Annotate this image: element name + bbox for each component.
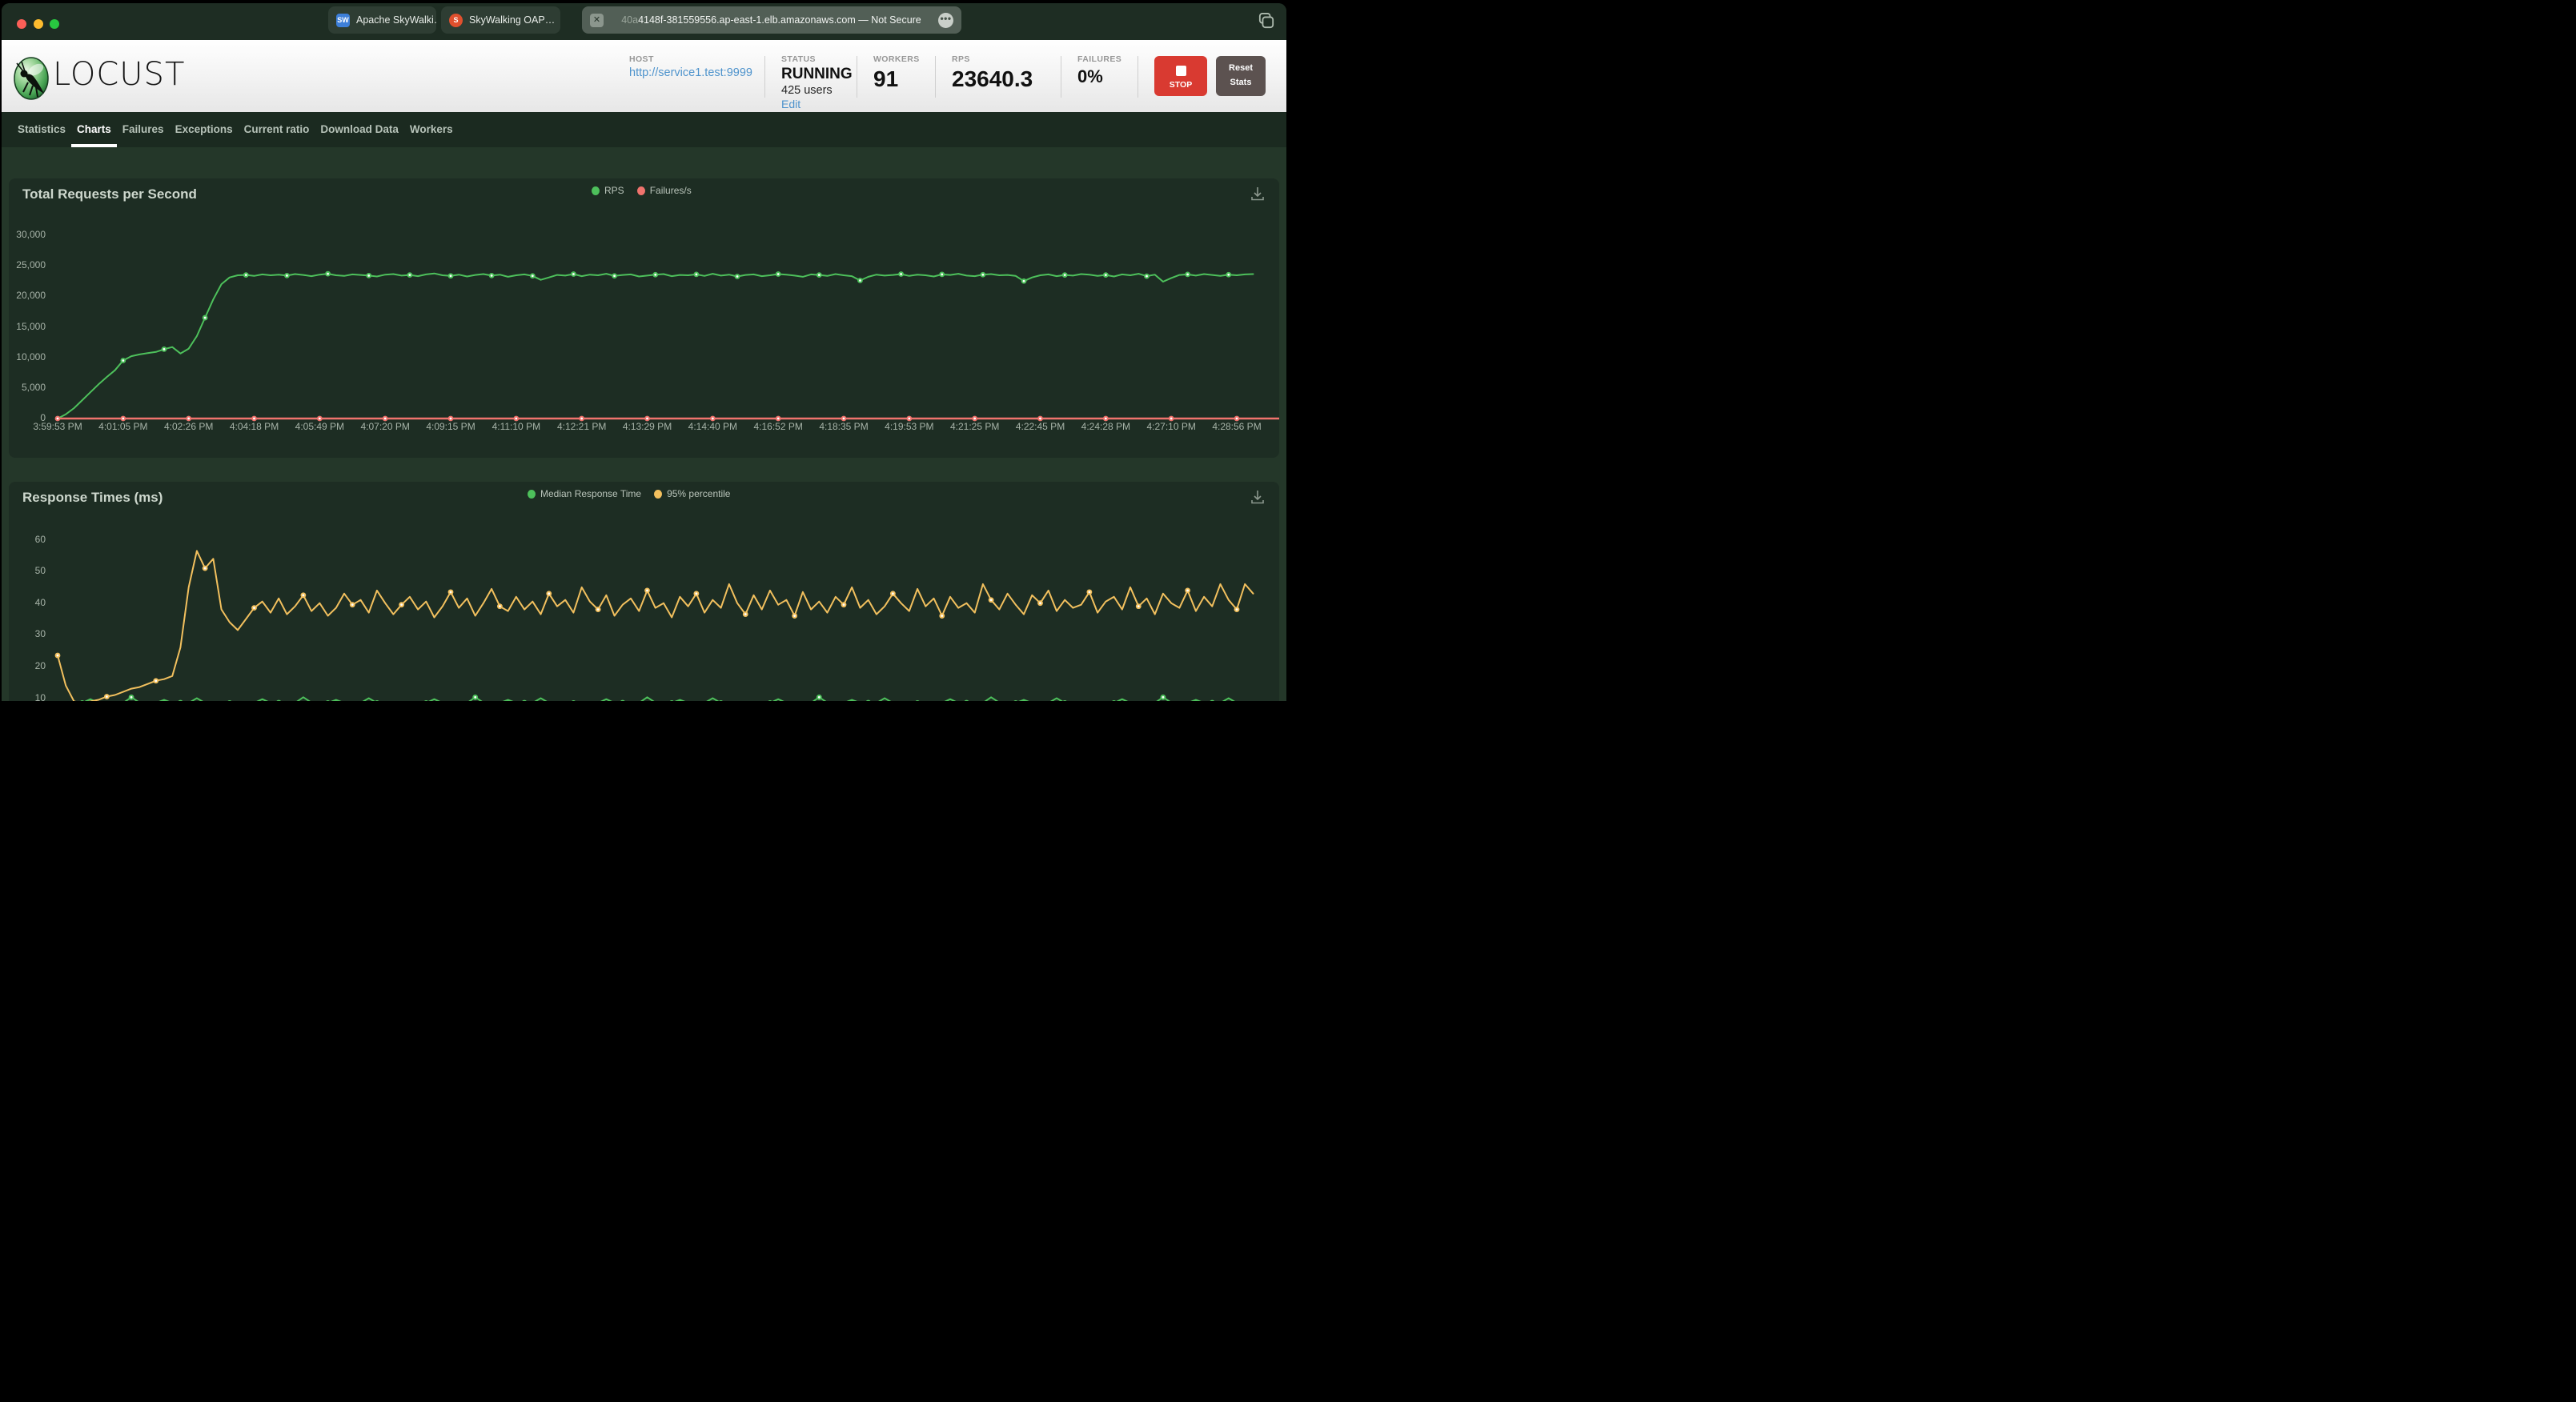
edit-link[interactable]: Edit — [781, 98, 800, 110]
reset-stats-line1: Reset — [1229, 63, 1253, 74]
browser-window: SW Apache SkyWalki… S SkyWalking OAP… ✕ … — [2, 3, 1286, 701]
main-nav: Statistics Charts Failures Exceptions Curren… — [2, 112, 1286, 147]
failures-value: 0% — [1077, 66, 1103, 86]
main-content: Total Requests per Second RPS Failures/s … — [2, 147, 1286, 701]
failures-block: FAILURES 0% — [1077, 54, 1121, 86]
address-url-main: 4148f-381559556.ap-east-1.elb.amazonaws.… — [638, 14, 921, 26]
status-label: STATUS — [781, 54, 816, 64]
response-times-chart-panel: Response Times (ms) Median Response Time… — [9, 482, 1279, 701]
nav-tab-statistics[interactable]: Statistics — [12, 112, 71, 147]
host-label: HOST — [629, 54, 654, 64]
browser-tab-1-label: Apache SkyWalki… — [356, 14, 436, 26]
browser-tab-2-label: SkyWalking OAP… — [469, 14, 556, 26]
failures-label: FAILURES — [1077, 54, 1122, 64]
close-tab-icon[interactable]: ✕ — [590, 13, 604, 27]
reset-stats-line2: Stats — [1230, 78, 1252, 87]
minimize-window-button[interactable] — [34, 19, 43, 29]
locust-header: LOCUST HOST http://service1.test:9999 ST… — [2, 40, 1286, 112]
status-users: 425 users — [781, 84, 833, 97]
total-requests-per-second-canvas — [54, 270, 1279, 422]
response-times-ms--canvas — [54, 550, 1254, 701]
rps-label: RPS — [952, 54, 970, 64]
rps-chart-panel: Total Requests per Second RPS Failures/s … — [9, 178, 1279, 458]
rps-block: RPS 23640.3 — [952, 54, 1033, 90]
workers-block: WORKERS 91 — [873, 54, 920, 90]
reset-stats-button[interactable]: Reset Stats — [1216, 56, 1266, 96]
status-value: RUNNING — [781, 66, 853, 82]
workers-label: WORKERS — [873, 54, 920, 64]
rps-chart-plot: 0 5,000 10,000 15,000 20,000 25,000 30,000 3:59… — [9, 178, 1279, 458]
status-block: STATUS RUNNING 425 users Edit — [781, 54, 853, 110]
nav-tab-current-ratio[interactable]: Current ratio — [239, 112, 315, 147]
response-times-chart-plot: 10 20 30 40 50 60 — [9, 482, 1279, 701]
skywalking-oap-favicon: S — [449, 13, 463, 27]
host-block: HOST http://service1.test:9999 — [629, 54, 752, 79]
workers-value: 91 — [873, 66, 899, 91]
tab-overview-icon[interactable] — [1258, 13, 1275, 29]
brand-title: LOCUST — [53, 56, 186, 93]
address-url: 40a4148f-381559556.ap-east-1.elb.amazona… — [611, 14, 932, 26]
zoom-window-button[interactable] — [50, 19, 59, 29]
divider — [764, 56, 765, 98]
address-url-dim: 40a — [621, 14, 639, 26]
browser-tab-1[interactable]: SW Apache SkyWalki… — [328, 6, 436, 34]
nav-tab-workers[interactable]: Workers — [404, 112, 459, 147]
stop-icon — [1175, 66, 1186, 76]
close-window-button[interactable] — [17, 19, 26, 29]
skywalking-ui-favicon: SW — [336, 13, 350, 27]
nav-tab-charts[interactable]: Charts — [71, 112, 117, 147]
stop-button-label: STOP — [1169, 80, 1193, 90]
browser-tab-2[interactable]: S SkyWalking OAP… — [441, 6, 560, 34]
stop-button[interactable]: STOP — [1154, 56, 1207, 96]
nav-tab-failures[interactable]: Failures — [117, 112, 170, 147]
divider — [935, 56, 936, 98]
nav-tab-download-data[interactable]: Download Data — [315, 112, 404, 147]
browser-tab-active[interactable]: ✕ 40a4148f-381559556.ap-east-1.elb.amazo… — [582, 6, 961, 34]
nav-tab-exceptions[interactable]: Exceptions — [170, 112, 239, 147]
browser-titlebar: SW Apache SkyWalki… S SkyWalking OAP… ✕ … — [2, 3, 1286, 40]
locust-logo-icon — [14, 57, 49, 100]
tab-more-icon[interactable]: ••• — [938, 12, 953, 28]
rps-value: 23640.3 — [952, 66, 1033, 91]
host-link[interactable]: http://service1.test:9999 — [629, 66, 752, 79]
